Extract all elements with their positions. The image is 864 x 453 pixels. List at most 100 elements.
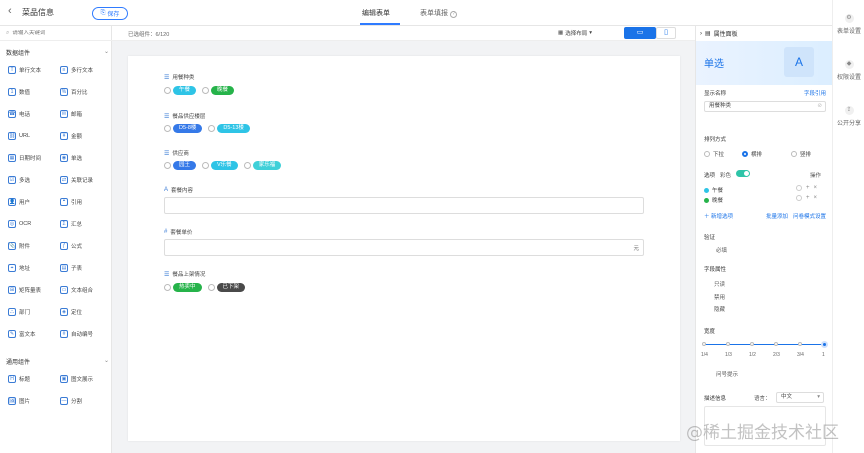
component-item[interactable]: ⛬ 部门 bbox=[8, 307, 58, 317]
component-item[interactable]: # 自动编号 bbox=[60, 329, 110, 339]
chevron-down-icon[interactable]: ⌄ bbox=[104, 48, 109, 55]
hint-label[interactable]: 问号提示 bbox=[716, 370, 738, 378]
width-slider[interactable] bbox=[702, 341, 828, 348]
add-option-link[interactable]: ＋ 新增选项 bbox=[704, 212, 733, 220]
save-button[interactable]: ⎘ 保存 bbox=[92, 7, 128, 20]
slider-step-dot[interactable] bbox=[750, 342, 754, 346]
radio-circle[interactable] bbox=[164, 87, 171, 94]
component-item[interactable]: — 分割 bbox=[60, 396, 110, 406]
color-toggle[interactable] bbox=[736, 170, 750, 177]
component-item[interactable]: ✉ 邮箱 bbox=[60, 109, 110, 119]
radio-circle[interactable] bbox=[243, 162, 251, 169]
radio-circle[interactable] bbox=[202, 87, 210, 94]
radio-option[interactable]: 家乐福 bbox=[243, 161, 282, 170]
field-reference-link[interactable]: 字段引用 bbox=[804, 89, 826, 97]
chevron-right-icon[interactable]: › bbox=[700, 31, 702, 37]
radio-option[interactable]: 已下架 bbox=[207, 283, 246, 292]
clear-icon[interactable]: ⊘ bbox=[817, 102, 822, 111]
component-item[interactable]: ◈ 定位 bbox=[60, 307, 110, 317]
component-item[interactable]: ▣ 图文展示 bbox=[60, 374, 110, 384]
chevron-down-icon[interactable]: ⌄ bbox=[104, 357, 109, 364]
add-icon[interactable]: + bbox=[806, 185, 810, 191]
help-icon[interactable]: ? bbox=[450, 11, 457, 18]
component-item[interactable]: ☎ 电话 bbox=[8, 109, 58, 119]
component-item[interactable]: ▭ 文本组合 bbox=[60, 285, 110, 295]
component-item[interactable]: ◎ OCR bbox=[8, 219, 58, 229]
radio-option[interactable]: D5-8楼 bbox=[164, 124, 203, 133]
public-share-button[interactable]: ⇪ 公开分享 bbox=[833, 106, 864, 127]
form-settings-button[interactable]: ⚙ 表单设置 bbox=[833, 14, 864, 35]
component-item[interactable]: ⊞ 矩阵量表 bbox=[8, 285, 58, 295]
search-input[interactable] bbox=[12, 30, 103, 36]
radio-circle[interactable] bbox=[207, 284, 215, 291]
component-item[interactable]: H 标题 bbox=[8, 374, 58, 384]
default-select-icon[interactable] bbox=[796, 195, 802, 201]
radio-option[interactable]: 午餐 bbox=[164, 86, 197, 95]
radio-circle[interactable] bbox=[202, 162, 210, 169]
option-color-dot[interactable] bbox=[704, 197, 709, 203]
arrange-option[interactable]: 竖排 bbox=[791, 150, 811, 158]
arrange-option[interactable]: 下拉 bbox=[704, 150, 724, 158]
component-item[interactable]: % 百分比 bbox=[60, 87, 110, 97]
component-item[interactable]: ☑ 多选 bbox=[8, 175, 58, 185]
device-pc-button[interactable]: ▭ bbox=[624, 27, 656, 39]
option-item[interactable]: 午餐 bbox=[704, 186, 723, 194]
component-item[interactable]: ❝ 引用 bbox=[60, 197, 110, 207]
slider-step-dot[interactable] bbox=[702, 342, 706, 346]
slider-step-dot[interactable] bbox=[774, 342, 778, 346]
default-select-icon[interactable] bbox=[796, 185, 802, 191]
component-item[interactable]: ▤ 子表 bbox=[60, 263, 110, 273]
radio-circle[interactable] bbox=[704, 151, 710, 157]
radio-circle[interactable] bbox=[164, 125, 171, 132]
permission-settings-button[interactable]: ◆ 权限设置 bbox=[833, 60, 864, 81]
component-item[interactable]: ¥ 金额 bbox=[60, 131, 110, 141]
slider-step-dot[interactable] bbox=[798, 342, 802, 346]
questionnaire-mode-link[interactable]: 问卷模式设置 bbox=[793, 212, 826, 220]
component-item[interactable]: ≡ 多行文本 bbox=[60, 65, 110, 75]
device-mobile-button[interactable]: ▯ bbox=[656, 27, 676, 39]
component-item[interactable]: ⇄ 关联记录 bbox=[60, 175, 110, 185]
component-item[interactable]: 🖼 图片 bbox=[8, 396, 58, 406]
option-item[interactable]: 晚餐 bbox=[704, 196, 723, 204]
batch-add-link[interactable]: 批量添加 bbox=[766, 212, 788, 220]
attr-readonly[interactable]: 只读 bbox=[714, 280, 725, 288]
option-color-dot[interactable] bbox=[704, 187, 709, 193]
radio-circle[interactable] bbox=[208, 125, 216, 132]
component-item[interactable]: 👤 用户 bbox=[8, 197, 58, 207]
close-icon[interactable]: × bbox=[814, 185, 818, 191]
component-item[interactable]: ✎ 富文本 bbox=[8, 329, 58, 339]
component-item[interactable]: ▦ 日期时间 bbox=[8, 153, 58, 163]
arrange-option[interactable]: 横排 bbox=[742, 150, 762, 158]
radio-option[interactable]: 园王 bbox=[164, 161, 197, 170]
price-input[interactable]: 元 bbox=[164, 239, 644, 256]
component-item[interactable]: ◉ 单选 bbox=[60, 153, 110, 163]
component-item[interactable]: T 单行文本 bbox=[8, 65, 58, 75]
language-select[interactable]: 中文 ▾ bbox=[776, 392, 824, 403]
tab-edit-form[interactable]: 编辑表单 bbox=[362, 8, 390, 18]
content-input[interactable] bbox=[164, 197, 644, 214]
radio-circle[interactable] bbox=[164, 162, 171, 169]
component-item[interactable]: Σ 汇总 bbox=[60, 219, 110, 229]
component-item[interactable]: 📎 附件 bbox=[8, 241, 58, 251]
slider-step-dot[interactable] bbox=[726, 342, 730, 346]
display-name-input[interactable]: 用餐种类 ⊘ bbox=[704, 101, 826, 112]
close-icon[interactable]: × bbox=[814, 195, 818, 201]
radio-option[interactable]: D5-13楼 bbox=[208, 124, 250, 133]
component-item[interactable]: ƒ 公式 bbox=[60, 241, 110, 251]
radio-circle[interactable] bbox=[742, 151, 748, 157]
back-arrow-icon[interactable]: ‹ bbox=[8, 5, 12, 17]
add-icon[interactable]: + bbox=[806, 195, 810, 201]
slider-thumb[interactable] bbox=[820, 341, 828, 348]
radio-circle[interactable] bbox=[164, 284, 171, 291]
component-item[interactable]: ⛓ URL bbox=[8, 131, 58, 141]
radio-option[interactable]: 热卖中 bbox=[164, 283, 202, 292]
radio-option[interactable]: V乐餐 bbox=[202, 161, 238, 170]
radio-option[interactable]: 晚餐 bbox=[202, 86, 235, 95]
component-item[interactable]: 1 数值 bbox=[8, 87, 58, 97]
radio-circle[interactable] bbox=[791, 151, 797, 157]
tab-fill-form[interactable]: 表单填报? bbox=[420, 8, 457, 18]
attr-disabled[interactable]: 禁用 bbox=[714, 293, 725, 301]
attr-hidden[interactable]: 隐藏 bbox=[714, 305, 725, 313]
component-item[interactable]: ⌖ 地址 bbox=[8, 263, 58, 273]
required-option[interactable]: 必填 bbox=[716, 246, 727, 254]
